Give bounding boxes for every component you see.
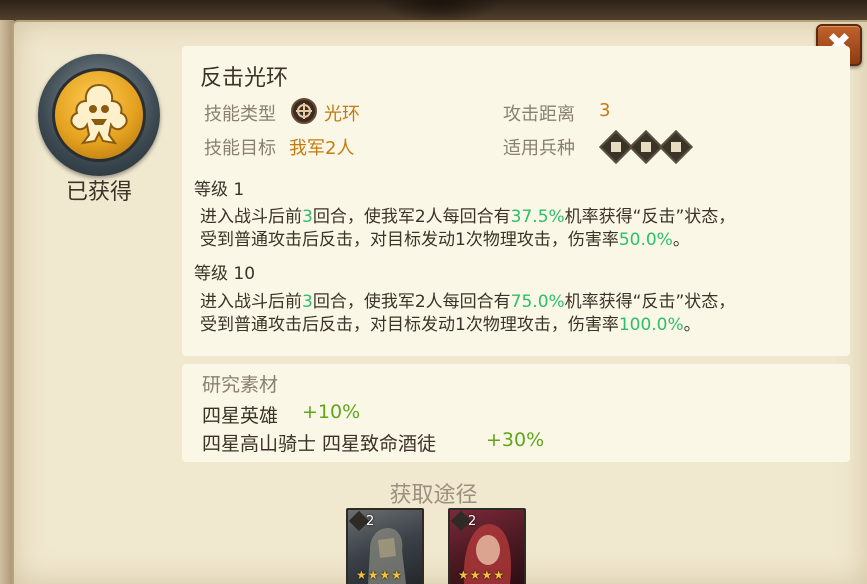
skill-target-label: 技能目标: [204, 138, 276, 159]
hero-card[interactable]: 2 ★★★★: [346, 508, 424, 584]
troop-type-label: 适用兵种: [503, 138, 575, 159]
card-count: 2: [366, 514, 375, 529]
level-10-label: 等级 10: [194, 264, 256, 284]
source-title: 获取途径: [389, 483, 478, 508]
attack-range-value: 3: [599, 100, 611, 121]
attack-range-label: 攻击距离: [503, 104, 575, 125]
research-title: 研究素材: [202, 374, 279, 396]
card-count: 2: [468, 514, 477, 529]
research-item-name: 四星高山骑士 四星致命酒徒: [202, 433, 437, 455]
level-10-description: 进入战斗后前3回合，使我军2人每回合有75.0%机率获得“反击”状态， 受到普通…: [200, 292, 736, 335]
skill-name: 反击光环: [200, 66, 289, 91]
research-item-bonus: +10%: [302, 401, 361, 423]
skill-type-value: 光环: [324, 104, 360, 125]
research-item-bonus: +30%: [486, 429, 545, 451]
level-1-description: 进入战斗后前3回合，使我军2人每回合有37.5%机率获得“反击”状态， 受到普通…: [200, 207, 736, 250]
level-1-label: 等级 1: [194, 180, 245, 200]
star-rating: ★★★★: [458, 568, 506, 582]
skill-type-label: 技能类型: [204, 104, 276, 125]
aura-type-icon: [291, 98, 317, 124]
skill-target-value: 我军2人: [289, 138, 355, 159]
counterattack-skill-icon: [52, 68, 146, 162]
skill-emblem: [38, 54, 160, 176]
star-rating: ★★★★: [356, 568, 404, 582]
hero-card[interactable]: 2 ★★★★: [448, 508, 526, 584]
acquired-status: 已获得: [65, 180, 132, 205]
research-item-name: 四星英雄: [202, 405, 279, 427]
